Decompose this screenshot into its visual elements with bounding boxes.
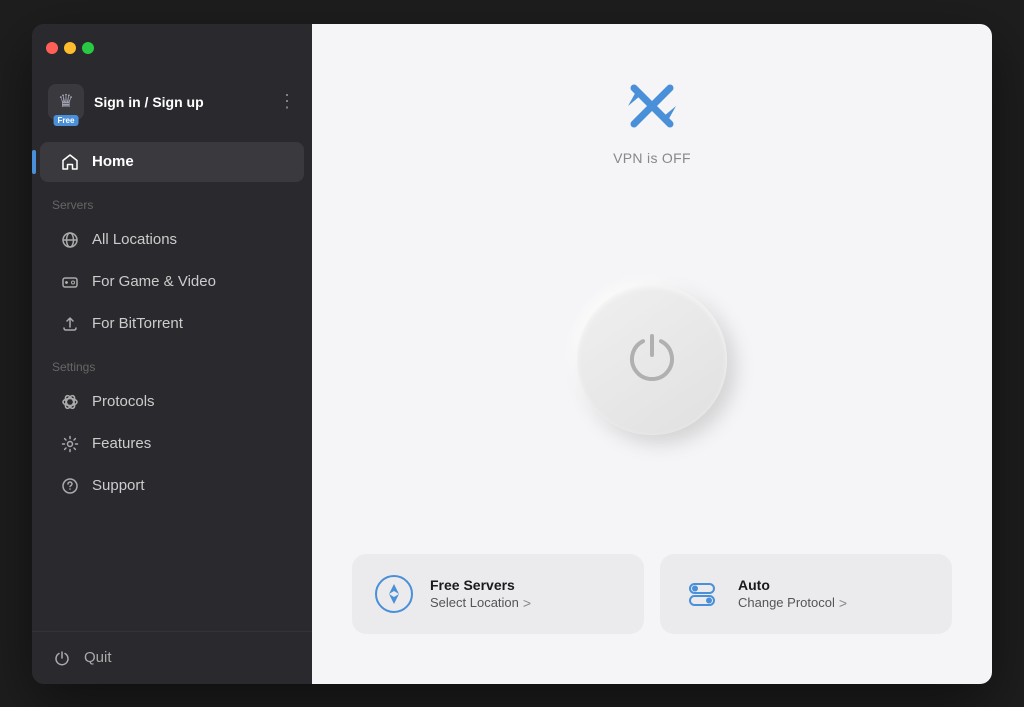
free-servers-title: Free Servers: [430, 577, 624, 593]
auto-protocol-arrow: >: [839, 595, 847, 611]
sidebar-footer: Quit: [32, 631, 312, 684]
auto-protocol-card[interactable]: Auto Change Protocol >: [660, 554, 952, 634]
sidebar-item-home-label: Home: [92, 153, 134, 170]
gear-icon: [60, 434, 80, 454]
free-servers-card[interactable]: Free Servers Select Location >: [352, 554, 644, 634]
auto-protocol-subtitle: Change Protocol >: [738, 595, 932, 611]
power-off-icon: [52, 648, 72, 668]
app-window: ♛ Free Sign in / Sign up ⋮ Home Servers: [32, 24, 992, 684]
vpn-logo-section: VPN is OFF: [613, 74, 691, 166]
brand-logo: [620, 74, 684, 138]
user-name: Sign in / Sign up: [94, 94, 268, 110]
free-servers-text: Free Servers Select Location >: [430, 577, 624, 611]
sidebar-item-protocols[interactable]: Protocols: [40, 382, 304, 422]
sidebar-item-game-video-label: For Game & Video: [92, 273, 216, 290]
torrent-icon: [60, 314, 80, 334]
power-button-wrapper: [577, 285, 727, 435]
crown-icon: ♛: [58, 91, 74, 112]
free-servers-subtitle: Select Location >: [430, 595, 624, 611]
auto-protocol-text: Auto Change Protocol >: [738, 577, 932, 611]
traffic-lights: [46, 42, 94, 54]
sidebar-item-bittorrent-label: For BitTorrent: [92, 315, 183, 332]
close-button[interactable]: [46, 42, 58, 54]
maximize-button[interactable]: [82, 42, 94, 54]
user-section[interactable]: ♛ Free Sign in / Sign up ⋮: [32, 72, 312, 132]
free-servers-icon-wrap: [372, 572, 416, 616]
settings-section-label: Settings: [32, 346, 312, 380]
free-badge: Free: [54, 115, 79, 126]
power-button[interactable]: [577, 285, 727, 435]
servers-section-label: Servers: [32, 184, 312, 218]
minimize-button[interactable]: [64, 42, 76, 54]
titlebar: [32, 24, 312, 72]
support-icon: [60, 476, 80, 496]
quit-label: Quit: [84, 649, 112, 666]
sidebar-item-features-label: Features: [92, 435, 151, 452]
bottom-cards: Free Servers Select Location >: [352, 554, 952, 634]
more-button[interactable]: ⋮: [278, 91, 296, 112]
sidebar: ♛ Free Sign in / Sign up ⋮ Home Servers: [32, 24, 312, 684]
sidebar-item-features[interactable]: Features: [40, 424, 304, 464]
protocols-icon: [60, 392, 80, 412]
quit-button[interactable]: Quit: [52, 648, 292, 668]
vpn-status: VPN is OFF: [613, 150, 691, 166]
sidebar-item-support[interactable]: Support: [40, 466, 304, 506]
sidebar-item-game-video[interactable]: For Game & Video: [40, 262, 304, 302]
main-content: VPN is OFF: [312, 24, 992, 684]
avatar: ♛ Free: [48, 84, 84, 120]
auto-protocol-icon-wrap: [680, 572, 724, 616]
free-servers-arrow: >: [523, 595, 531, 611]
sidebar-item-all-locations[interactable]: All Locations: [40, 220, 304, 260]
sidebar-item-support-label: Support: [92, 477, 145, 494]
globe-icon: [60, 230, 80, 250]
sidebar-item-protocols-label: Protocols: [92, 393, 155, 410]
home-icon: [60, 152, 80, 172]
nav-section: Home Servers All Locations: [32, 132, 312, 631]
game-icon: [60, 272, 80, 292]
sidebar-item-home[interactable]: Home: [40, 142, 304, 182]
power-symbol-icon: [625, 328, 679, 391]
sidebar-item-bittorrent[interactable]: For BitTorrent: [40, 304, 304, 344]
auto-protocol-title: Auto: [738, 577, 932, 593]
sidebar-item-all-locations-label: All Locations: [92, 231, 177, 248]
